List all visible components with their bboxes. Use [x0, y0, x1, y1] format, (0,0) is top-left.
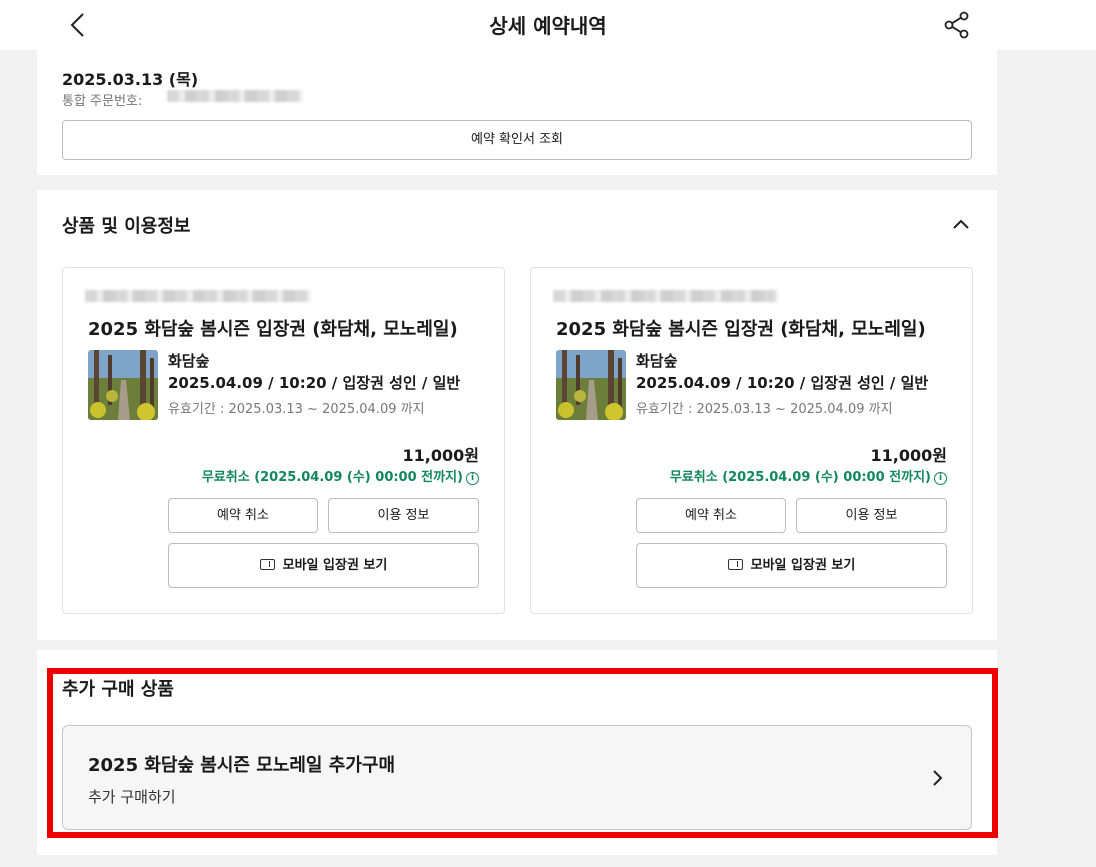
order-number-label: 통합 주문번호: — [62, 94, 143, 109]
addon-section-title: 추가 구매 상품 — [62, 679, 174, 700]
ticket-title: 2025 화담숲 봄시즌 입장권 (화담채, 모노레일) — [556, 319, 926, 340]
chevron-right-icon — [933, 770, 943, 786]
usage-info-button[interactable]: 이용 정보 — [796, 498, 947, 533]
order-date: 2025.03.13 (목) — [62, 70, 199, 89]
ticket-card: 2025 화담숲 봄시즌 입장권 (화담채, 모노레일) 화담숲 2025.04… — [62, 267, 505, 614]
usage-info-button[interactable]: 이용 정보 — [328, 498, 479, 533]
ticket-validity: 유효기간 : 2025.03.13 ~ 2025.04.09 까지 — [636, 402, 893, 417]
product-thumbnail — [556, 350, 626, 420]
order-info-section: 2025.03.13 (목) 통합 주문번호: 예약 확인서 조회 — [37, 50, 997, 175]
products-section-title: 상품 및 이용정보 — [62, 216, 191, 237]
mobile-ticket-label: 모바일 입장권 보기 — [282, 558, 388, 573]
ticket-validity: 유효기간 : 2025.03.13 ~ 2025.04.09 까지 — [168, 402, 425, 417]
ticket-price: 11,000원 — [402, 446, 479, 465]
share-icon — [944, 11, 969, 39]
view-confirmation-button[interactable]: 예약 확인서 조회 — [62, 120, 972, 160]
ticket-icon — [727, 559, 743, 570]
free-cancel-text: 무료취소 (2025.04.09 (수) 00:00 전까지) — [201, 470, 463, 485]
top-bar: 상세 예약내역 — [0, 0, 1096, 50]
order-number-redacted — [167, 90, 302, 102]
product-thumbnail — [88, 350, 158, 420]
ticket-place: 화담숲 — [168, 352, 210, 370]
ticket-code-redacted — [553, 290, 778, 302]
chevron-up-icon — [953, 219, 969, 229]
info-icon[interactable]: i — [466, 472, 479, 485]
ticket-icon — [259, 559, 275, 570]
ticket-detail: 2025.04.09 / 10:20 / 입장권 성인 / 일반 — [636, 374, 929, 392]
page-title: 상세 예약내역 — [489, 14, 607, 38]
mobile-ticket-button[interactable]: 모바일 입장권 보기 — [168, 543, 479, 588]
addon-item-title: 2025 화담숲 봄시즌 모노레일 추가구매 — [88, 755, 396, 776]
collapse-button[interactable] — [950, 214, 972, 234]
ticket-price: 11,000원 — [870, 446, 947, 465]
info-icon[interactable]: i — [934, 472, 947, 485]
cancel-reservation-button[interactable]: 예약 취소 — [636, 498, 786, 533]
free-cancel-text: 무료취소 (2025.04.09 (수) 00:00 전까지) — [669, 470, 931, 485]
ticket-place: 화담숲 — [636, 352, 678, 370]
ticket-card: 2025 화담숲 봄시즌 입장권 (화담채, 모노레일) 화담숲 2025.04… — [530, 267, 973, 614]
mobile-ticket-label: 모바일 입장권 보기 — [750, 558, 856, 573]
mobile-ticket-button[interactable]: 모바일 입장권 보기 — [636, 543, 947, 588]
free-cancel-notice: 무료취소 (2025.04.09 (수) 00:00 전까지) i — [670, 466, 947, 485]
addon-section: 추가 구매 상품 2025 화담숲 봄시즌 모노레일 추가구매 추가 구매하기 — [37, 650, 997, 855]
free-cancel-notice: 무료취소 (2025.04.09 (수) 00:00 전까지) i — [202, 466, 479, 485]
ticket-code-redacted — [85, 290, 310, 302]
ticket-detail: 2025.04.09 / 10:20 / 입장권 성인 / 일반 — [168, 374, 461, 392]
ticket-title: 2025 화담숲 봄시즌 입장권 (화담채, 모노레일) — [88, 319, 458, 340]
share-button[interactable] — [942, 10, 972, 40]
addon-item-subtitle: 추가 구매하기 — [88, 788, 176, 806]
cancel-reservation-button[interactable]: 예약 취소 — [168, 498, 318, 533]
addon-purchase-card[interactable]: 2025 화담숲 봄시즌 모노레일 추가구매 추가 구매하기 — [62, 725, 972, 830]
products-section: 상품 및 이용정보 2025 화담숲 봄시즌 입장권 (화담채, 모노레일) 화… — [37, 190, 997, 640]
